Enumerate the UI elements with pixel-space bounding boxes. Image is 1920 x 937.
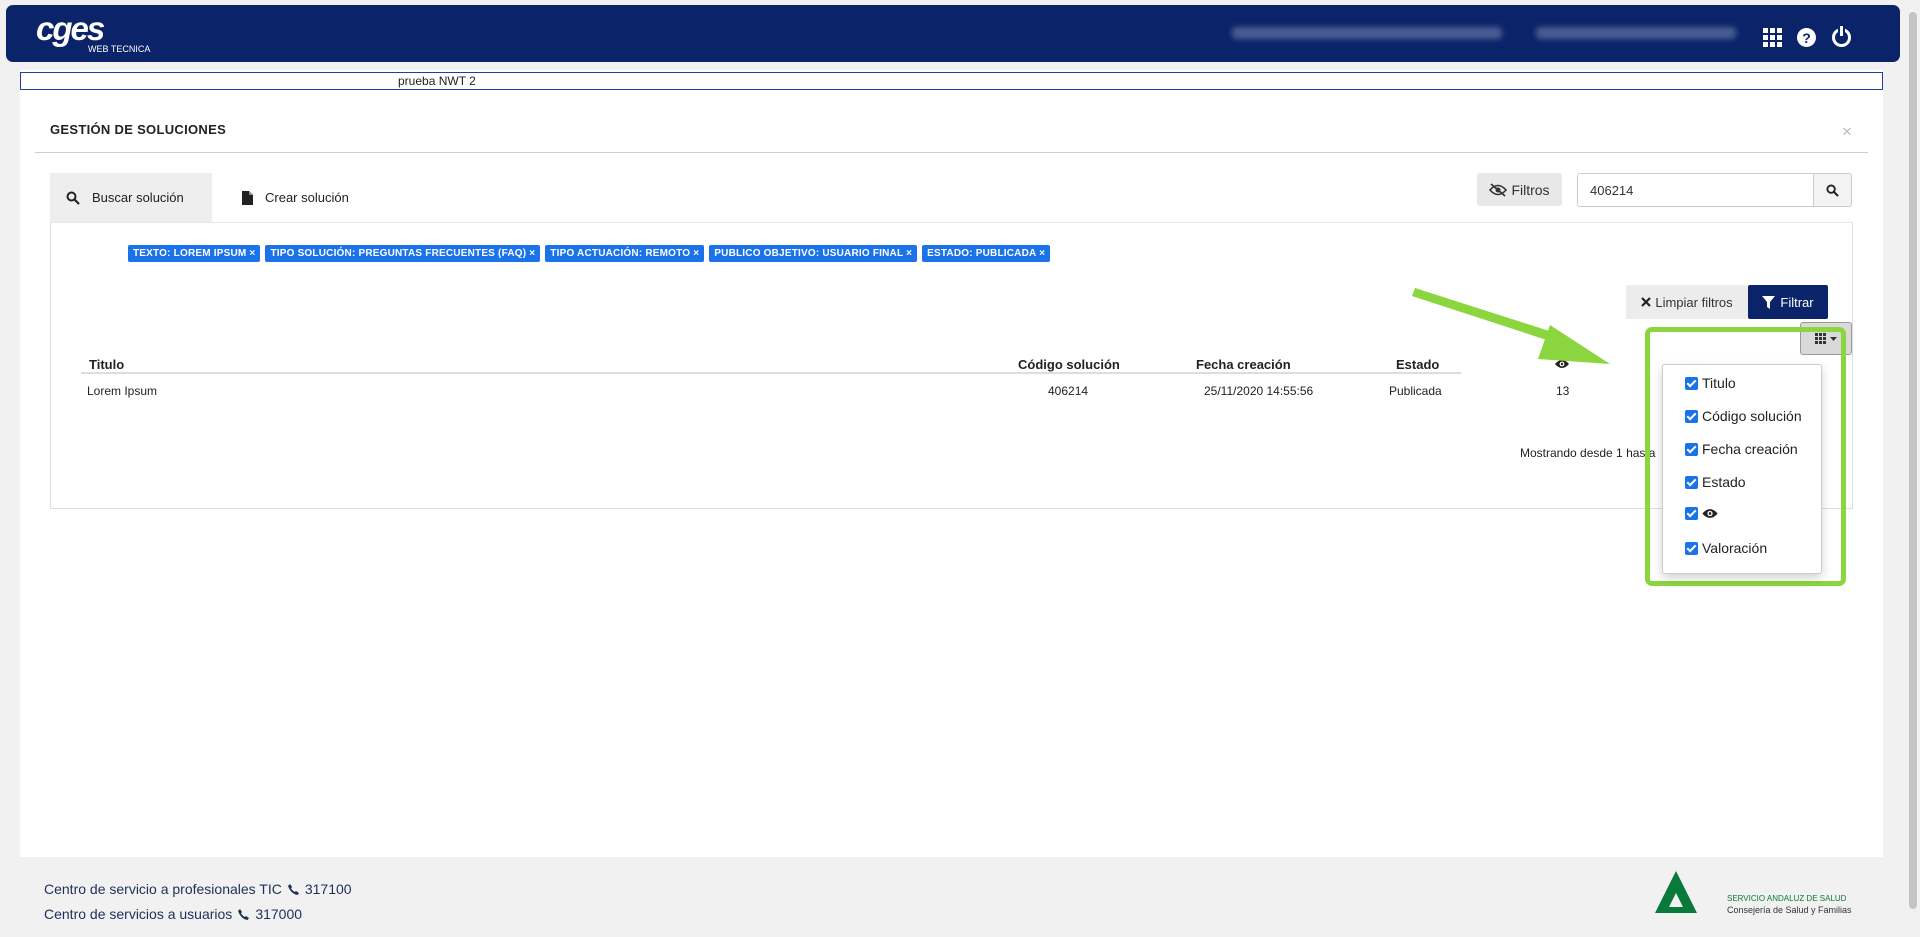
cell-visitas: 13 bbox=[1556, 384, 1570, 398]
title-divider bbox=[35, 152, 1868, 153]
user-name-blurred bbox=[1232, 27, 1502, 39]
column-header-fecha[interactable]: Fecha creación bbox=[1196, 357, 1291, 372]
help-icon[interactable]: ? bbox=[1797, 28, 1816, 47]
footer-contact-label: Centro de servicios a usuarios bbox=[44, 906, 233, 922]
sas-logo-line2: Consejería de Salud y Familias bbox=[1727, 905, 1852, 915]
table-row[interactable]: Lorem Ipsum 406214 25/11/2020 14:55:56 P… bbox=[81, 377, 1569, 403]
user-role-blurred bbox=[1536, 27, 1736, 39]
active-filter-chips: TEXTO: LOREM IPSUM × TIPO SOLUCIÓN: PREG… bbox=[128, 245, 1051, 262]
checkbox-checked[interactable] bbox=[1685, 442, 1698, 456]
column-option-estado[interactable]: Estado bbox=[1685, 474, 1746, 490]
file-icon bbox=[242, 190, 253, 205]
eye-slash-icon bbox=[1489, 182, 1508, 197]
column-option-valoracion[interactable]: Valoración bbox=[1685, 540, 1767, 556]
sas-logo-line1: SERVICIO ANDALUZ DE SALUD bbox=[1727, 894, 1847, 903]
chip-close-icon[interactable]: × bbox=[1039, 248, 1045, 259]
page-scrollbar[interactable] bbox=[1905, 0, 1920, 937]
checkbox-checked[interactable] bbox=[1685, 409, 1698, 423]
search-input[interactable] bbox=[1577, 173, 1813, 207]
search-icon bbox=[1826, 183, 1839, 197]
footer-phone[interactable]: 317000 bbox=[255, 906, 302, 922]
chip-close-icon[interactable]: × bbox=[693, 248, 699, 259]
column-option-titulo[interactable]: Titulo bbox=[1685, 375, 1736, 391]
column-header-codigo[interactable]: Código solución bbox=[1018, 357, 1120, 372]
top-header: cges WEB TECNICA ? bbox=[6, 5, 1900, 62]
chip-label: TIPO SOLUCIÓN: PREGUNTAS FRECUENTES (FAQ… bbox=[270, 248, 527, 259]
filter-chip[interactable]: TEXTO: LOREM IPSUM × bbox=[128, 245, 261, 262]
chip-close-icon[interactable]: × bbox=[529, 248, 535, 259]
filter-chip[interactable]: ESTADO: PUBLICADA × bbox=[922, 245, 1051, 262]
apply-filter-label: Filtrar bbox=[1780, 294, 1814, 310]
checkbox-checked[interactable] bbox=[1685, 507, 1698, 520]
cell-titulo[interactable]: Lorem Ipsum bbox=[87, 384, 157, 398]
checkbox-checked[interactable] bbox=[1685, 541, 1698, 555]
column-option-label: Fecha creación bbox=[1702, 441, 1798, 457]
filters-label: Filtros bbox=[1511, 181, 1550, 198]
pagination-info: Mostrando desde 1 hasta bbox=[1520, 446, 1656, 460]
column-option-visitas[interactable] bbox=[1685, 507, 1718, 520]
checkbox-checked[interactable] bbox=[1685, 376, 1698, 390]
page-title: GESTIÓN DE SOLUCIONES bbox=[50, 122, 227, 137]
column-option-label: Estado bbox=[1702, 474, 1746, 490]
footer-contact-usuarios: Centro de servicios a usuarios 317000 bbox=[44, 906, 302, 922]
tab-label: Crear solución bbox=[265, 190, 349, 205]
toggle-filters-button[interactable]: Filtros bbox=[1477, 173, 1562, 206]
tab-label: Buscar solución bbox=[92, 190, 184, 205]
table-header: Titulo Código solución Fecha creación Es… bbox=[81, 347, 1569, 374]
clear-filters-label: Limpiar filtros bbox=[1655, 294, 1733, 310]
column-header-titulo[interactable]: Titulo bbox=[89, 357, 124, 372]
eye-icon bbox=[1702, 509, 1718, 518]
column-option-label: Valoración bbox=[1702, 540, 1768, 556]
chip-close-icon[interactable]: × bbox=[906, 248, 912, 259]
cell-estado: Publicada bbox=[1389, 384, 1442, 398]
filter-chip[interactable]: TIPO ACTUACIÓN: REMOTO × bbox=[545, 245, 705, 262]
chip-label: TIPO ACTUACIÓN: REMOTO bbox=[550, 248, 691, 259]
phone-icon bbox=[238, 908, 250, 920]
checkbox-checked[interactable] bbox=[1685, 475, 1698, 489]
column-option-fecha[interactable]: Fecha creación bbox=[1685, 441, 1798, 457]
cges-logo[interactable]: cges WEB TECNICA bbox=[36, 10, 150, 54]
column-option-codigo[interactable]: Código solución bbox=[1685, 408, 1802, 424]
filter-icon bbox=[1762, 295, 1776, 309]
document-tab[interactable]: prueba NWT 2 bbox=[20, 72, 1883, 90]
cell-fecha: 25/11/2020 14:55:56 bbox=[1204, 384, 1314, 398]
apply-filter-button[interactable]: Filtrar bbox=[1748, 285, 1828, 319]
main-content: prueba NWT 2 GESTIÓN DE SOLUCIONES × Bus… bbox=[20, 70, 1883, 857]
chip-label: ESTADO: PUBLICADA bbox=[927, 248, 1037, 259]
apps-grid-icon[interactable] bbox=[1763, 28, 1782, 47]
filter-chip[interactable]: TIPO SOLUCIÓN: PREGUNTAS FRECUENTES (FAQ… bbox=[265, 245, 541, 262]
footer-phone[interactable]: 317100 bbox=[305, 881, 352, 897]
tab-buscar-solucion[interactable]: Buscar solución bbox=[50, 173, 212, 222]
phone-icon bbox=[287, 883, 299, 895]
column-visibility-menu: Titulo Código solución Fecha creación Es… bbox=[1662, 364, 1822, 574]
filter-chip[interactable]: PUBLICO OBJETIVO: USUARIO FINAL × bbox=[709, 245, 918, 262]
cell-codigo: 406214 bbox=[1048, 384, 1089, 398]
footer-contact-tic: Centro de servicio a profesionales TIC 3… bbox=[44, 881, 352, 897]
chip-label: TEXTO: LOREM IPSUM bbox=[133, 248, 247, 259]
page-footer: Centro de servicio a profesionales TIC 3… bbox=[20, 857, 1883, 937]
junta-andalucia-logo-mark bbox=[1655, 871, 1697, 913]
column-option-label: Código solución bbox=[1702, 408, 1802, 424]
footer-contact-label: Centro de servicio a profesionales TIC bbox=[44, 881, 282, 897]
power-icon[interactable] bbox=[1832, 26, 1851, 47]
chip-close-icon[interactable]: × bbox=[249, 248, 255, 259]
search-icon bbox=[66, 191, 80, 205]
logo-text: cges bbox=[36, 10, 105, 47]
close-icon[interactable]: × bbox=[1842, 122, 1852, 142]
column-option-label: Titulo bbox=[1702, 375, 1736, 391]
annotation-arrow bbox=[1412, 288, 1610, 364]
search-button[interactable] bbox=[1813, 173, 1852, 207]
logo-subtitle: WEB TECNICA bbox=[88, 44, 151, 54]
document-tab-label: prueba NWT 2 bbox=[398, 74, 476, 88]
scrollbar-thumb[interactable] bbox=[1909, 12, 1917, 909]
chip-label: PUBLICO OBJETIVO: USUARIO FINAL bbox=[714, 248, 904, 259]
tab-crear-solucion[interactable]: Crear solución bbox=[226, 173, 365, 222]
